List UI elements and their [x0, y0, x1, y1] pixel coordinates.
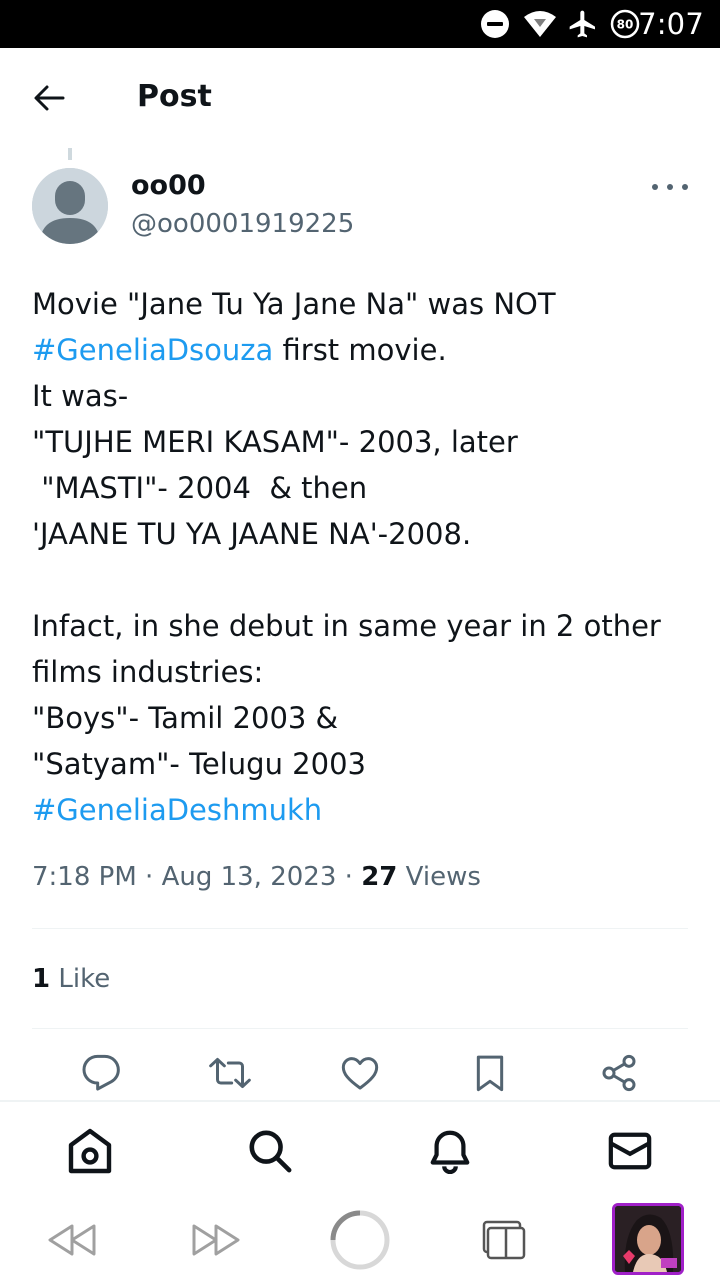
bookmark-button[interactable]: [467, 1050, 513, 1096]
fast-forward-icon: [192, 1224, 240, 1256]
battery-icon: 80: [609, 8, 641, 40]
repost-icon: [209, 1058, 251, 1088]
post-text-line: Infact, in she debut in same year in 2 o…: [32, 603, 692, 649]
arrow-left-icon: [34, 85, 65, 111]
reply-button[interactable]: [78, 1050, 124, 1096]
likes-label: Like: [58, 964, 111, 994]
post-text-segment: "Boys"- Tamil 2003 &: [32, 701, 339, 735]
post-meta: 7:18 PM · Aug 13, 2023 · 27 Views: [32, 862, 481, 892]
tabs-icon: [482, 1220, 526, 1260]
post-text-segment: films industries:: [32, 655, 264, 689]
likes-summary[interactable]: 1 Like: [32, 964, 110, 994]
repost-button[interactable]: [207, 1050, 253, 1096]
post-text-line: Movie "Jane Tu Ya Jane Na" was NOT: [32, 281, 692, 327]
status-bar: 80 7:07: [0, 0, 720, 48]
notifications-icon: [430, 1130, 470, 1174]
search-icon: [249, 1130, 292, 1173]
author-handle[interactable]: @oo0001919225: [131, 209, 354, 239]
nav-home[interactable]: [65, 1126, 115, 1176]
likes-count: 1: [32, 964, 51, 994]
post-text-line: "Boys"- Tamil 2003 &: [32, 695, 692, 741]
nav-notifications[interactable]: [425, 1126, 475, 1176]
dot: [652, 184, 658, 190]
post-text-segment: "MASTI"- 2004 & then: [32, 471, 368, 505]
share-icon: [602, 1054, 636, 1092]
page-title: Post: [137, 79, 212, 114]
post-text-line: "Satyam"- Telugu 2003: [32, 741, 692, 787]
airplane-icon: [567, 8, 599, 40]
dot: [682, 184, 688, 190]
more-options-button[interactable]: [652, 176, 688, 198]
post-text-segment: "Satyam"- Telugu 2003: [32, 747, 366, 781]
hashtag-link[interactable]: #GeneliaDeshmukh: [32, 793, 322, 827]
post-text-line: #GeneliaDeshmukh: [32, 787, 692, 833]
browser-forward-button[interactable]: [188, 1208, 244, 1272]
svg-text:80: 80: [617, 18, 634, 32]
browser-reload-button[interactable]: [328, 1208, 392, 1272]
post-text-segment: 'JAANE TU YA JAANE NA'-2008.: [32, 517, 472, 551]
bottom-nav: [0, 1100, 720, 1200]
browser-back-button[interactable]: [44, 1208, 100, 1272]
post-text-line: "MASTI"- 2004 & then: [32, 465, 692, 511]
hashtag-link[interactable]: #GeneliaDsouza: [32, 333, 273, 367]
rewind-icon: [48, 1224, 96, 1256]
status-time: 7:07: [638, 7, 704, 41]
views-label: Views: [405, 862, 481, 892]
divider: [32, 1028, 688, 1029]
post-time[interactable]: 7:18 PM: [32, 862, 137, 892]
thread-line: [68, 148, 72, 160]
profile-photo-icon: [615, 1206, 681, 1272]
like-icon: [341, 1057, 379, 1090]
post-text-segment: first movie.: [273, 333, 447, 367]
post-text: Movie "Jane Tu Ya Jane Na" was NOT #Genel…: [32, 281, 692, 833]
default-avatar-icon: [32, 168, 108, 244]
dnd-icon: [479, 8, 511, 40]
home-icon: [68, 1128, 112, 1174]
header: Post: [0, 48, 720, 148]
post-text-segment: It was-: [32, 379, 129, 413]
divider: [32, 928, 688, 929]
post-text-line: It was-: [32, 373, 692, 419]
post-text-line: [32, 557, 692, 603]
avatar[interactable]: [32, 168, 108, 244]
post-text-segment: "TUJHE MERI KASAM"- 2003, later: [32, 425, 518, 459]
wifi-icon: [522, 8, 556, 40]
nav-messages[interactable]: [605, 1126, 655, 1176]
post-text-segment: Movie "Jane Tu Ya Jane Na" was NOT: [32, 287, 556, 321]
post-text-line: #GeneliaDsouza first movie.: [32, 327, 692, 373]
action-bar: [0, 1050, 720, 1100]
share-button[interactable]: [596, 1050, 642, 1096]
reload-icon: [330, 1210, 390, 1270]
author-name[interactable]: oo00: [131, 170, 206, 201]
reply-icon: [82, 1054, 120, 1091]
nav-search[interactable]: [245, 1126, 295, 1176]
dot: [667, 184, 673, 190]
post-date[interactable]: Aug 13, 2023: [162, 862, 337, 892]
messages-icon: [608, 1132, 652, 1170]
post-text-line: 'JAANE TU YA JAANE NA'-2008.: [32, 511, 692, 557]
bookmark-icon: [476, 1055, 504, 1092]
profile-thumbnail[interactable]: [612, 1203, 684, 1275]
like-button[interactable]: [337, 1050, 383, 1096]
browser-tabs-button[interactable]: [478, 1208, 530, 1272]
back-button[interactable]: [28, 78, 70, 118]
post-text-line: "TUJHE MERI KASAM"- 2003, later: [32, 419, 692, 465]
views-count: 27: [361, 862, 398, 892]
post-text-segment: Infact, in she debut in same year in 2 o…: [32, 609, 661, 643]
post-text-line: films industries:: [32, 649, 692, 695]
